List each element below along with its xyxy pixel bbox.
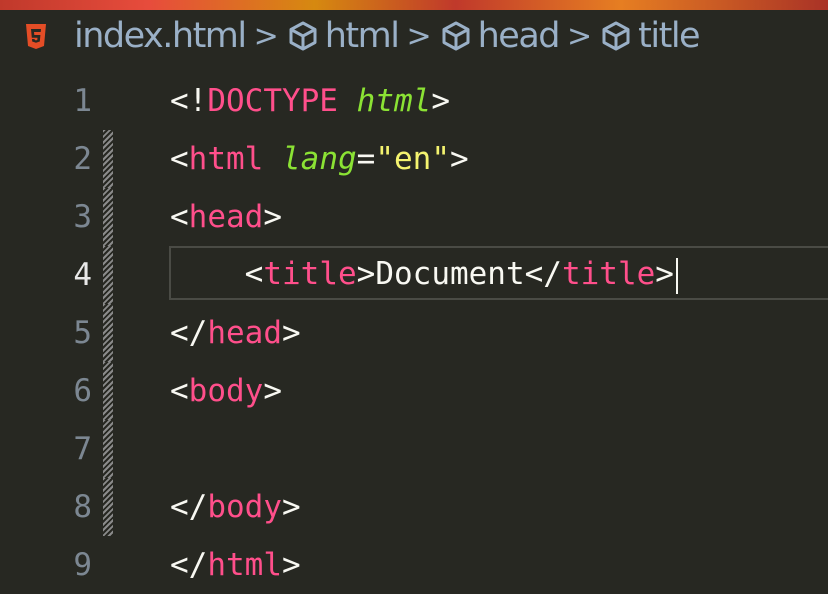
breadcrumb-separator: > [253,18,279,54]
text-cursor [675,257,678,294]
line-number: 9 [73,547,92,583]
code-line-text[interactable]: <head> [170,199,282,235]
line-number: 6 [73,373,92,409]
git-change-marker[interactable] [103,188,113,246]
window-background-strip [0,0,828,10]
cube-icon [602,21,630,51]
line-number: 4 [73,257,92,293]
breadcrumb-item-label: html [324,16,400,56]
git-change-marker[interactable] [103,420,113,478]
code-line-text[interactable]: <html lang="en"> [170,141,469,177]
git-change-marker[interactable] [103,246,113,304]
breadcrumb-file[interactable]: index.html [74,16,247,56]
git-change-marker[interactable] [103,130,113,188]
code-line[interactable]: 8 </body> [0,478,828,536]
breadcrumb-item-title[interactable]: title [600,16,701,56]
html5-icon [26,23,46,49]
code-line-text[interactable]: <!DOCTYPE html> [170,83,450,119]
code-line-active[interactable]: 4 <title>Document</title> [0,246,828,304]
code-line[interactable]: 7 [0,420,828,478]
breadcrumb-item-label: title [638,16,700,56]
code-line-text[interactable]: </html> [170,547,301,583]
breadcrumb-item-label: head [477,16,561,56]
cube-icon [289,21,317,51]
code-line[interactable]: 9 </html> [0,536,828,594]
breadcrumb: index.html > html > head > title [0,10,828,62]
code-line-text[interactable]: <title>Document</title> [170,256,678,294]
code-line-text[interactable]: </head> [170,315,301,351]
line-number: 8 [73,489,92,525]
breadcrumb-separator: > [406,18,432,54]
code-line-text[interactable]: <body> [170,373,282,409]
line-number: 7 [73,431,92,467]
breadcrumb-item-html[interactable]: html [287,16,400,56]
git-change-marker[interactable] [103,362,113,420]
code-line[interactable]: 3 <head> [0,188,828,246]
line-number: 3 [73,199,92,235]
breadcrumb-item-head[interactable]: head [440,16,561,56]
code-line-text[interactable]: </body> [170,489,301,525]
code-line[interactable]: 5 </head> [0,304,828,362]
code-line[interactable]: 6 <body> [0,362,828,420]
git-change-marker[interactable] [103,478,113,536]
breadcrumb-separator: > [567,18,593,54]
code-editor[interactable]: 1 <!DOCTYPE html> 2 <html lang="en"> 3 <… [0,72,828,583]
git-change-marker[interactable] [103,304,113,362]
line-number: 5 [73,315,92,351]
code-line[interactable]: 1 <!DOCTYPE html> [0,72,828,130]
code-line[interactable]: 2 <html lang="en"> [0,130,828,188]
cube-icon [442,21,470,51]
line-number: 1 [73,83,92,119]
line-number: 2 [73,141,92,177]
